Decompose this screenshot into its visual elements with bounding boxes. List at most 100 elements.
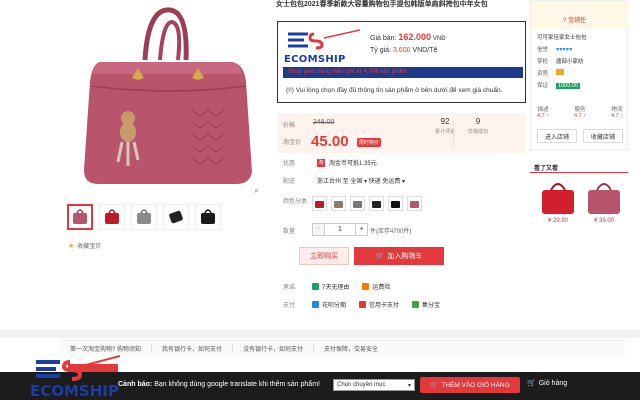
score-desc-label: 描述 xyxy=(537,107,549,113)
promise-2[interactable]: 运费险 xyxy=(372,282,390,291)
product-title: 女士包包2021春季新款大容量购物包手提包韩版单肩斜挎包中年女包 xyxy=(276,1,488,8)
shop-row-1: 信誉 ♥♥♥♥♥ xyxy=(537,45,572,53)
shop-row-1-label: 信誉 xyxy=(537,47,549,53)
pay-help-4[interactable]: 支付保障，交易安全 xyxy=(314,344,388,353)
thumbnail-pink[interactable] xyxy=(67,204,93,230)
qty-input[interactable]: 1 xyxy=(325,223,355,236)
score-service-label: 服务 xyxy=(574,107,586,113)
score-logistics-value: 4.7 ↑ xyxy=(611,113,623,119)
cart-icon: 🛒 xyxy=(375,253,385,260)
orig-price: 248.00 xyxy=(313,119,335,126)
color-option-pink[interactable] xyxy=(407,196,422,211)
toolbar-add-label: THÊM VÀO GIỎ HÀNG xyxy=(441,381,510,389)
promise-label: 承诺 xyxy=(283,285,296,291)
payment-row: 支付 花呗分期 信用卡支付 集分宝 xyxy=(283,300,440,309)
jifenbao-icon xyxy=(412,301,420,308)
pay-label: 支付 xyxy=(283,303,296,309)
cart-icon: 🛒 xyxy=(430,382,439,389)
price-block: 价格 248.00 淘宝价 45.00 限时特价 92 累计评论 9 交易成功 xyxy=(278,113,526,153)
product-main-image[interactable] xyxy=(60,0,270,190)
stat-sales-num: 9 xyxy=(475,117,481,126)
price-unit: VNĐ xyxy=(432,36,446,42)
promise-1[interactable]: 7天无理由 xyxy=(322,282,349,291)
thumbnail-strip xyxy=(67,204,221,230)
enter-shop-button[interactable]: 进入店铺 xyxy=(537,129,577,143)
ecomship-toolbar-brand: ECOMSHIP xyxy=(30,382,119,400)
price-label: Giá bán: xyxy=(370,35,397,42)
shop-actions: 进入店铺 收藏店铺 xyxy=(537,129,623,143)
shop-info-box: ? 宝铺任 可可家佳家女士包包 信誉 ♥♥♥♥♥ 掌柜 唐部小家纺 资质 保证 100… xyxy=(530,0,629,150)
shop-row-4: 保证 1000.00 xyxy=(537,81,580,89)
shop-row-3-label: 资质 xyxy=(537,71,549,77)
thumbnail-red[interactable] xyxy=(99,204,125,230)
color-option-beige[interactable] xyxy=(331,196,346,211)
color-option-black[interactable] xyxy=(369,196,384,211)
promise-row: 承诺 7天无理由 运费险 xyxy=(283,282,390,291)
toolbar-add-to-cart-button[interactable]: 🛒 THÊM VÀO GIỎ HÀNG xyxy=(420,377,520,393)
ecomship-toolbar-logo: ECOMSHIP xyxy=(30,352,121,400)
thumbnail-grey[interactable] xyxy=(131,204,157,230)
rate-unit: VND/Tệ xyxy=(412,47,438,54)
ship-label: 配送 xyxy=(283,179,296,185)
also-viewed-item-2[interactable]: ¥ 39.00 xyxy=(582,176,626,226)
shop-row-2-value: 唐部小家纺 xyxy=(556,59,584,65)
color-option-grey[interactable] xyxy=(350,196,365,211)
toolbar-cart-link[interactable]: 🛒 Giỏ hàng xyxy=(527,379,567,388)
stat-sales-label: 交易成功 xyxy=(467,129,488,135)
add-to-cart-button[interactable]: 🛒 加入购物车 xyxy=(354,247,444,265)
toolbar-warning: Cảnh báo: Bạn không dùng google translat… xyxy=(118,381,320,388)
shop-row-2-label: 掌柜 xyxy=(537,59,549,65)
qty-plus-button[interactable]: + xyxy=(355,223,368,236)
shop-row-4-value: 1000.00 xyxy=(556,83,580,89)
pay-help-3[interactable]: 没有银行卡，如何支付 xyxy=(233,344,315,353)
chevron-down-icon: ▾ xyxy=(407,382,411,389)
color-label: 颜色分类 xyxy=(283,199,308,205)
pay-1[interactable]: 花呗分期 xyxy=(322,300,346,309)
shop-row-1-value: ♥♥♥♥♥ xyxy=(556,47,573,53)
shipping-row: 配送 浙江台州 至 全国 ▾ 快递 免运费 ▾ xyxy=(283,176,405,185)
color-option-black-2[interactable] xyxy=(388,196,403,211)
ecomship-sale-price: Giá bán: 162.000 VNĐ xyxy=(370,32,446,42)
promo-badge: 限时特价 xyxy=(357,138,382,147)
pay-2[interactable]: 信用卡支付 xyxy=(369,300,399,309)
qty-label: 数量 xyxy=(283,229,296,235)
thumbnail-black[interactable] xyxy=(195,204,221,230)
buy-now-button[interactable]: 立即购买 xyxy=(299,247,349,265)
shop-quick-button[interactable]: ? 宝铺任 xyxy=(563,15,586,24)
ecomship-logo: ECOMSHIP xyxy=(284,28,361,66)
qty-row: 数量 xyxy=(283,226,313,235)
promo-row: 优惠 淘 淘金币可抵1.35元 xyxy=(283,158,377,167)
shop-sidebar: ? 宝铺任 可可家佳家女士包包 信誉 ♥♥♥♥♥ 掌柜 唐部小家纺 资质 保证 100… xyxy=(530,0,629,330)
zoom-icon[interactable]: ⌕ xyxy=(254,185,259,196)
color-options xyxy=(312,196,422,211)
shop-row-4-label: 保证 xyxy=(537,83,549,89)
category-select-value: Chọn chuyên mục xyxy=(337,382,386,388)
score-logistics: 物流 4.7 ↑ xyxy=(611,105,623,119)
ecomship-promo-bar: Shop giao hàng miễn phí từ 4.708 sản phẩ… xyxy=(283,67,523,78)
promo-label: 优惠 xyxy=(283,161,296,167)
score-desc: 描述 4.7 ↑ xyxy=(537,105,549,119)
shop-qualification-icon xyxy=(556,69,565,75)
favorite-shop-button[interactable]: 收藏店铺 xyxy=(583,129,623,143)
favorite-link[interactable]: ★ 收藏宝贝 xyxy=(68,241,101,251)
rate-label: Tỷ giá: xyxy=(370,47,392,54)
pay-help-2[interactable]: 我有银行卡，如何支付 xyxy=(152,344,234,353)
score-desc-value: 4.7 ↑ xyxy=(537,113,549,119)
ecomship-exchange-rate: Tỷ giá: 3.600 VND/Tệ xyxy=(370,47,437,54)
insurance-icon xyxy=(362,283,370,290)
payment-help-strip: 第一次淘宝购物? 购物须知 我有银行卡，如何支付 没有银行卡，如何支付 支付保障… xyxy=(60,340,625,356)
category-select[interactable]: Chọn chuyên mục ▾ xyxy=(333,379,415,391)
also-viewed-divider xyxy=(530,172,628,173)
also-viewed-price-2: ¥ 39.00 xyxy=(593,218,615,224)
qty-minus-button[interactable]: − xyxy=(312,223,325,236)
color-option-red[interactable] xyxy=(312,196,327,211)
huabei-icon xyxy=(312,301,319,308)
stat-divider xyxy=(453,121,454,147)
also-viewed-item-1[interactable]: ¥ 29.90 xyxy=(536,176,580,226)
ship-text[interactable]: 浙江台州 至 全国 ▾ 快递 免运费 ▾ xyxy=(317,176,405,185)
price-value: 162.000 xyxy=(398,32,431,42)
shop-name[interactable]: 可可家佳家女士包包 xyxy=(537,33,587,41)
thumbnail-black-small[interactable] xyxy=(163,204,189,230)
pay-3[interactable]: 集分宝 xyxy=(422,300,440,309)
ecomship-note: (!!) Vui lòng chọn đầy đủ thông tin sản … xyxy=(286,87,503,94)
